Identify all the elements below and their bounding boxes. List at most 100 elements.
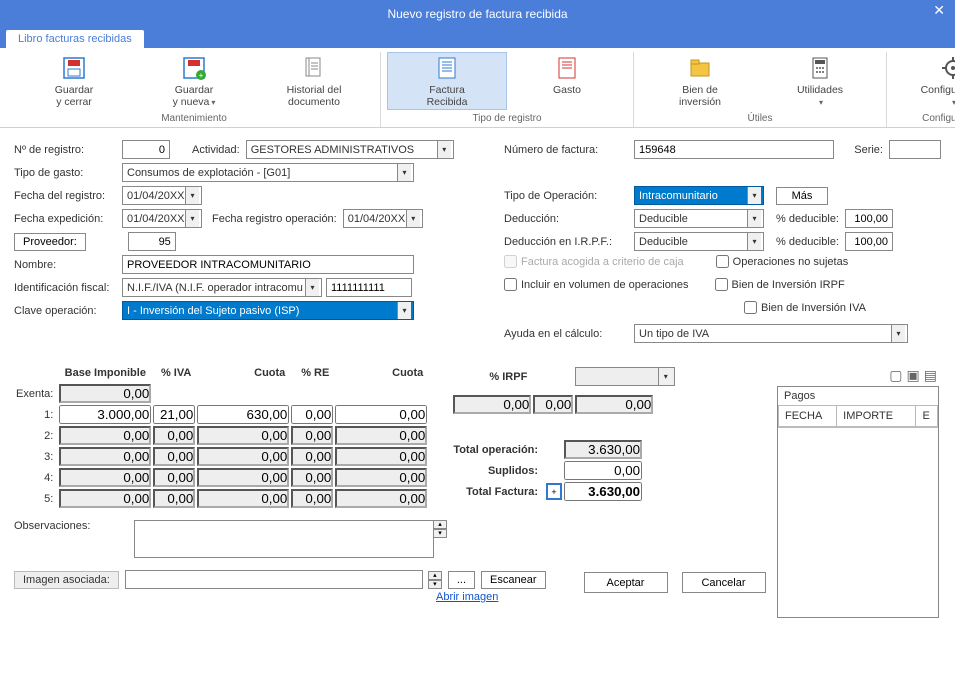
total-fac-value[interactable] <box>564 482 642 501</box>
folder-gear-icon <box>686 54 714 82</box>
chk-no-sujetas[interactable]: Operaciones no sujetas <box>716 255 849 268</box>
spin-down-icon[interactable]: ▾ <box>428 580 442 589</box>
pct-deducible-input-2[interactable] <box>845 232 893 251</box>
ded-irpf-label: Deducción en I.R.P.F.: <box>504 236 634 248</box>
nif-input[interactable] <box>326 278 412 297</box>
pagos-col-e[interactable]: E <box>916 406 938 427</box>
pagos-body[interactable] <box>778 427 938 617</box>
pagos-panel: Pagos FECHA IMPORTE E <box>777 386 939 618</box>
clave-op-label: Clave operación: <box>14 305 122 317</box>
suplidos-label: Suplidos: <box>453 461 544 480</box>
pagos-dup-icon[interactable]: ▣ <box>907 367 920 384</box>
chk-bien-irpf[interactable]: Bien de Inversión IRPF <box>715 278 845 291</box>
toolbar-group-label: Útiles <box>640 110 880 127</box>
chevron-down-icon: ▾ <box>747 233 761 250</box>
obs-spinner[interactable]: ▴ ▾ <box>433 520 447 558</box>
r2-cuota2 <box>335 426 427 445</box>
chk-criterio-caja[interactable]: Factura acogida a criterio de caja <box>504 255 684 268</box>
browse-button[interactable]: ... <box>448 571 475 589</box>
gasto-button[interactable]: Gasto <box>507 52 627 110</box>
r1-base[interactable] <box>59 405 151 424</box>
nombre-input[interactable] <box>122 255 414 274</box>
pagos-new-icon[interactable]: ▢ <box>889 367 902 384</box>
escanear-button[interactable]: Escanear <box>481 571 545 589</box>
irpf-base <box>453 395 531 414</box>
pagos-col-fecha[interactable]: FECHA <box>779 406 837 427</box>
r1-cuota2[interactable] <box>335 405 427 424</box>
r2-base <box>59 426 151 445</box>
r1-iva[interactable] <box>153 405 195 424</box>
spin-up-icon[interactable]: ▴ <box>433 520 447 529</box>
r3-base <box>59 447 151 466</box>
chevron-down-icon: ▾ <box>819 98 823 107</box>
deduccion-combo[interactable]: Deducible▾ <box>634 209 764 228</box>
utilidades-button[interactable]: Utilidades▾ <box>760 52 880 110</box>
total-op-value <box>564 440 642 459</box>
fecha-reg-op-date[interactable]: 01/04/20XX▾ <box>343 209 423 228</box>
sign-toggle-button[interactable]: + <box>546 483 562 500</box>
actividad-label: Actividad: <box>192 144 240 156</box>
chevron-down-icon: ▾ <box>747 210 761 227</box>
invoice-icon <box>433 54 461 82</box>
nombre-label: Nombre: <box>14 259 122 271</box>
cancelar-button[interactable]: Cancelar <box>682 572 766 593</box>
chk-volumen[interactable]: Incluir en volumen de operaciones <box>504 278 689 291</box>
r2-re <box>291 426 333 445</box>
tipo-operacion-combo[interactable]: Intracomunitario▾ <box>634 186 764 205</box>
fecha-registro-date[interactable]: 01/04/20XX▾ <box>122 186 202 205</box>
pagos-title: Pagos <box>784 390 815 402</box>
document-history-icon <box>300 54 328 82</box>
img-spinner[interactable]: ▴ ▾ <box>428 571 442 589</box>
irpf-extra-combo[interactable]: ▾ <box>575 367 675 386</box>
tipo-gasto-combo[interactable]: Consumos de explotación - [G01]▾ <box>122 163 414 182</box>
hdr-re: % RE <box>291 367 333 382</box>
num-factura-input[interactable] <box>634 140 834 159</box>
r1-cuota[interactable] <box>197 405 289 424</box>
row-2-label: 2: <box>16 426 57 445</box>
img-label: Imagen asociada: <box>14 571 119 589</box>
window-title: Nuevo registro de factura recibida <box>387 7 567 21</box>
pagos-col-importe[interactable]: IMPORTE <box>837 406 916 427</box>
spin-down-icon[interactable]: ▾ <box>433 529 447 538</box>
hdr-iva: % IVA <box>153 367 195 382</box>
clave-op-combo[interactable]: I - Inversión del Sujeto pasivo (ISP)▾ <box>122 301 414 320</box>
ribbon-tab-libro[interactable]: Libro facturas recibidas <box>6 30 144 48</box>
hdr-base: Base Imponible <box>59 367 151 382</box>
chk-bien-iva[interactable]: Bien de Inversión IVA <box>744 301 866 314</box>
mas-button[interactable]: Más <box>776 187 828 205</box>
bien-inversion-button[interactable]: Bien de inversión <box>640 52 760 110</box>
obs-textarea[interactable] <box>134 520 434 558</box>
ded-irpf-combo[interactable]: Deducible▾ <box>634 232 764 251</box>
ayuda-combo[interactable]: Un tipo de IVA▾ <box>634 324 908 343</box>
historial-button[interactable]: Historial del documento <box>254 52 374 110</box>
spin-up-icon[interactable]: ▴ <box>428 571 442 580</box>
pct-deducible-input-1[interactable] <box>845 209 893 228</box>
img-input[interactable] <box>125 570 423 589</box>
actividad-combo[interactable]: GESTORES ADMINISTRATIVOS▾ <box>246 140 454 159</box>
fecha-registro-label: Fecha del registro: <box>14 190 122 202</box>
aceptar-button[interactable]: Aceptar <box>584 572 668 593</box>
fecha-expedicion-date[interactable]: 01/04/20XX▾ <box>122 209 202 228</box>
factura-recibida-button[interactable]: Factura Recibida <box>387 52 507 110</box>
chevron-down-icon: ▾ <box>891 325 905 342</box>
chevron-down-icon: ▾ <box>397 164 411 181</box>
ident-fiscal-combo[interactable]: N.I.F./IVA (N.I.F. operador intracomu▾ <box>122 278 322 297</box>
r1-re[interactable] <box>291 405 333 424</box>
proveedor-button[interactable]: Proveedor: <box>14 233 86 251</box>
gear-icon <box>939 54 955 82</box>
serie-input[interactable] <box>889 140 941 159</box>
abrir-imagen-link[interactable]: Abrir imagen <box>436 591 498 603</box>
n-registro-input[interactable] <box>122 140 170 159</box>
toolbar-group-label: Mantenimiento <box>14 110 374 127</box>
proveedor-input[interactable] <box>128 232 176 251</box>
pagos-del-icon[interactable]: ▤ <box>924 367 937 384</box>
close-icon[interactable]: ✕ <box>933 2 945 19</box>
r5-cuota2 <box>335 489 427 508</box>
guardar-cerrar-button[interactable]: Guardar y cerrar <box>14 52 134 110</box>
guardar-nueva-button[interactable]: + Guardar y nueva▾ <box>134 52 254 110</box>
chevron-down-icon: ▾ <box>406 210 420 227</box>
toolbar-group-config: Configuración▾ Configuración <box>887 52 955 127</box>
configuracion-button[interactable]: Configuración▾ <box>893 52 955 110</box>
toolbar-group-label: Tipo de registro <box>387 110 627 127</box>
suplidos-value[interactable] <box>564 461 642 480</box>
